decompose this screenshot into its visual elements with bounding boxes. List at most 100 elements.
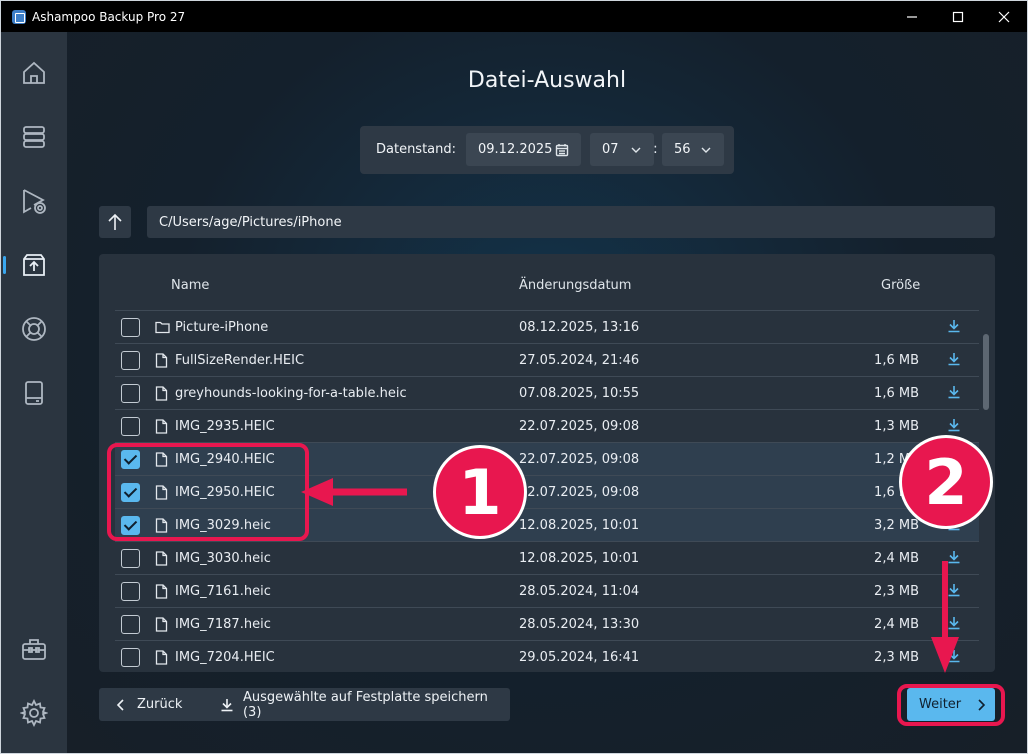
- file-name: greyhounds-looking-for-a-table.heic: [175, 386, 407, 401]
- download-icon: [948, 617, 960, 630]
- file-icon: [155, 452, 168, 467]
- hour-select[interactable]: 07: [590, 133, 654, 166]
- table-row[interactable]: IMG_2950.HEIC 22.07.2025, 09:08 1,6 MB: [115, 475, 979, 508]
- file-icon-wrap: [155, 419, 168, 438]
- app-window: Ashampoo Backup Pro 27 Datei-Auswahl Dat…: [0, 0, 1028, 754]
- download-icon: [948, 551, 960, 564]
- file-icon: [155, 386, 168, 401]
- column-header-date[interactable]: Änderungsdatum: [519, 278, 631, 293]
- minute-select[interactable]: 56: [662, 133, 724, 166]
- row-checkbox[interactable]: [121, 318, 140, 337]
- minimize-icon: [907, 15, 917, 18]
- file-name: IMG_2940.HEIC: [175, 452, 275, 467]
- file-list: Name Änderungsdatum Größe Picture-iPhone…: [99, 254, 995, 672]
- main-content: Datei-Auswahl Datenstand: 09.12.2025 07 …: [67, 32, 1027, 753]
- date-picker[interactable]: 09.12.2025: [466, 133, 581, 166]
- maximize-icon: [952, 11, 964, 22]
- sidebar-item-restore[interactable]: [1, 240, 67, 290]
- file-icon-wrap: [155, 650, 168, 669]
- file-icon-wrap: [155, 551, 168, 570]
- download-icon: [948, 320, 960, 333]
- table-row[interactable]: IMG_3029.heic 12.08.2025, 10:01 3,2 MB: [115, 508, 979, 541]
- file-date: 29.05.2024, 16:41: [519, 650, 640, 665]
- page-title: Datei-Auswahl: [467, 68, 627, 93]
- file-date: 22.07.2025, 09:08: [519, 485, 640, 500]
- table-row[interactable]: IMG_2935.HEIC 22.07.2025, 09:08 1,3 MB: [115, 409, 979, 442]
- download-button[interactable]: [947, 616, 961, 634]
- download-button[interactable]: [947, 418, 961, 436]
- file-name: IMG_7161.heic: [175, 584, 271, 599]
- maximize-button[interactable]: [935, 1, 981, 32]
- hour-value: 07: [602, 142, 619, 157]
- database-icon: [23, 126, 45, 148]
- download-icon: [948, 419, 960, 432]
- chevron-right-icon: [978, 698, 986, 711]
- row-checkbox[interactable]: [121, 384, 140, 403]
- snapshot-label: Datenstand:: [376, 142, 457, 157]
- file-icon: [155, 485, 168, 500]
- row-checkbox[interactable]: [121, 648, 140, 667]
- file-size: 2,4 MB: [874, 551, 919, 566]
- next-button[interactable]: Weiter: [907, 688, 995, 721]
- parent-folder-button[interactable]: [99, 206, 131, 238]
- table-row[interactable]: IMG_2940.HEIC 22.07.2025, 09:08 1,2 MB: [115, 442, 979, 475]
- file-name: IMG_3030.heic: [175, 551, 271, 566]
- sidebar-item-database[interactable]: [1, 112, 67, 162]
- scrollbar-thumb[interactable]: [983, 334, 989, 410]
- table-row[interactable]: IMG_7161.heic 28.05.2024, 11:04 2,3 MB: [115, 574, 979, 607]
- table-row[interactable]: IMG_7187.heic 28.05.2024, 13:30 2,4 MB: [115, 607, 979, 640]
- sidebar-item-home[interactable]: [1, 48, 67, 98]
- row-checkbox[interactable]: [121, 450, 140, 469]
- file-icon: [155, 353, 168, 368]
- file-name: FullSizeRender.HEIC: [175, 353, 305, 368]
- app-logo-icon: [12, 9, 26, 24]
- column-header-size[interactable]: Größe: [881, 278, 920, 293]
- restore-box-icon: [23, 254, 45, 276]
- download-icon: [948, 650, 960, 663]
- sidebar-item-tools[interactable]: [1, 624, 67, 674]
- download-icon: [948, 386, 960, 399]
- download-button[interactable]: [947, 550, 961, 568]
- file-date: 22.07.2025, 09:08: [519, 419, 640, 434]
- download-button[interactable]: [947, 649, 961, 667]
- file-date: 07.08.2025, 10:55: [519, 386, 640, 401]
- file-icon-wrap: [155, 518, 168, 537]
- download-icon: [221, 698, 233, 711]
- row-checkbox[interactable]: [121, 549, 140, 568]
- save-to-disk-button[interactable]: Ausgewählte auf Festplatte speichern (3): [206, 688, 510, 721]
- row-checkbox[interactable]: [121, 615, 140, 634]
- column-header-name[interactable]: Name: [171, 278, 209, 293]
- file-icon-wrap: [155, 485, 168, 504]
- lifebuoy-icon: [22, 317, 46, 341]
- chevron-left-icon: [116, 698, 124, 711]
- table-row[interactable]: greyhounds-looking-for-a-table.heic 07.08…: [115, 376, 979, 409]
- download-button[interactable]: [947, 583, 961, 601]
- next-label: Weiter: [919, 697, 962, 712]
- app-title: Ashampoo Backup Pro 27: [32, 9, 186, 24]
- row-checkbox[interactable]: [121, 516, 140, 535]
- file-name: IMG_7204.HEIC: [175, 650, 275, 665]
- minimize-button[interactable]: [889, 1, 935, 32]
- download-button[interactable]: [947, 319, 961, 337]
- sidebar-item-settings[interactable]: [1, 688, 67, 738]
- table-row[interactable]: IMG_3030.heic 12.08.2025, 10:01 2,4 MB: [115, 541, 979, 574]
- row-checkbox[interactable]: [121, 582, 140, 601]
- table-row[interactable]: IMG_7204.HEIC 29.05.2024, 16:41 2,3 MB: [115, 640, 979, 672]
- sidebar-item-support[interactable]: [1, 304, 67, 354]
- download-button[interactable]: [947, 385, 961, 403]
- download-button[interactable]: [947, 352, 961, 370]
- table-row[interactable]: FullSizeRender.HEIC 27.05.2024, 21:46 1,6 …: [115, 343, 979, 376]
- file-size: 3,2 MB: [874, 518, 919, 533]
- snapshot-selector: Datenstand: 09.12.2025 07 : 56: [360, 126, 734, 174]
- table-row[interactable]: Picture-iPhone 08.12.2025, 13:16: [115, 310, 979, 343]
- sidebar-item-drives[interactable]: [1, 368, 67, 418]
- path-input[interactable]: C/Users/age/Pictures/iPhone: [147, 206, 995, 238]
- close-button[interactable]: [981, 1, 1027, 32]
- annotation-badge-2: 2: [899, 435, 993, 529]
- file-icon-wrap: [155, 452, 168, 471]
- back-button[interactable]: Zurück: [99, 688, 221, 721]
- row-checkbox[interactable]: [121, 483, 140, 502]
- sidebar-item-backup-plans[interactable]: [1, 176, 67, 226]
- row-checkbox[interactable]: [121, 351, 140, 370]
- row-checkbox[interactable]: [121, 417, 140, 436]
